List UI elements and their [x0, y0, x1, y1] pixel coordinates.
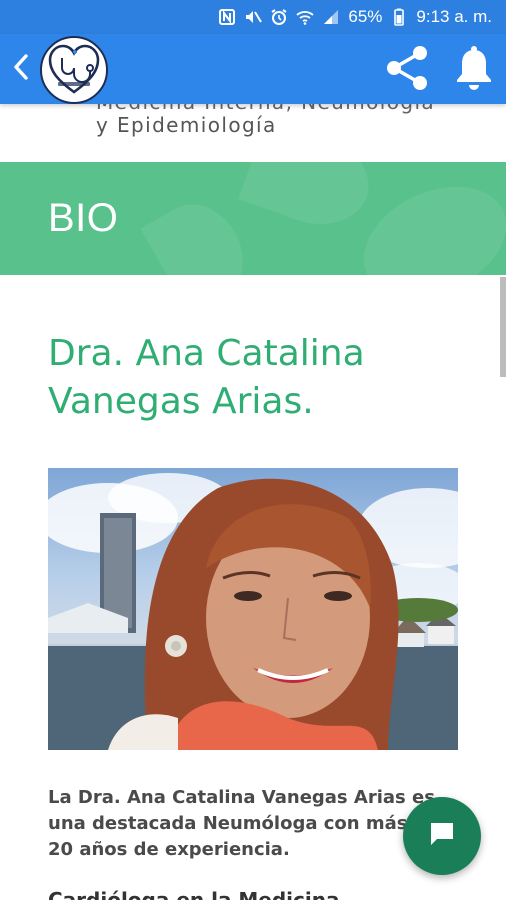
wifi-icon — [296, 8, 314, 26]
bio-banner: BIO — [0, 162, 506, 275]
clock: 9:13 a. m. — [416, 7, 492, 26]
specialty-line-2: y Epidemiología — [96, 113, 277, 137]
signal-icon — [322, 8, 340, 26]
bell-icon — [454, 44, 494, 96]
nfc-icon — [218, 8, 236, 26]
back-arrow-icon — [11, 52, 31, 86]
scrollbar[interactable] — [500, 277, 506, 377]
bio-section-title: BIO — [48, 196, 119, 240]
bio-paragraph: La Dra. Ana Catalina Vanegas Arias es un… — [48, 787, 439, 860]
share-button[interactable] — [380, 43, 434, 97]
banner-leaf-decoration — [140, 188, 260, 275]
doctor-name: Dra. Ana Catalina Vanegas Arias. — [48, 333, 365, 422]
share-icon — [383, 44, 431, 96]
specialty-subtitle: Medicina Interna, Neumología y Epidemiol… — [0, 104, 506, 162]
app-bar — [0, 34, 506, 104]
doctor-photo — [48, 468, 458, 750]
back-button[interactable] — [6, 52, 36, 86]
notifications-button[interactable] — [448, 43, 500, 97]
mute-icon — [244, 8, 263, 26]
banner-leaf-decoration — [238, 162, 382, 240]
banner-leaf-decoration — [345, 164, 506, 275]
battery-percent: 65% — [348, 7, 383, 26]
chat-icon — [427, 819, 457, 853]
next-heading: Cardióloga en la Medicina — [48, 888, 340, 900]
chat-button[interactable] — [403, 797, 481, 875]
logo[interactable] — [40, 36, 108, 104]
battery-icon — [390, 8, 408, 26]
alarm-icon — [270, 8, 288, 26]
status-bar: 65% 9:13 a. m. — [0, 0, 506, 34]
